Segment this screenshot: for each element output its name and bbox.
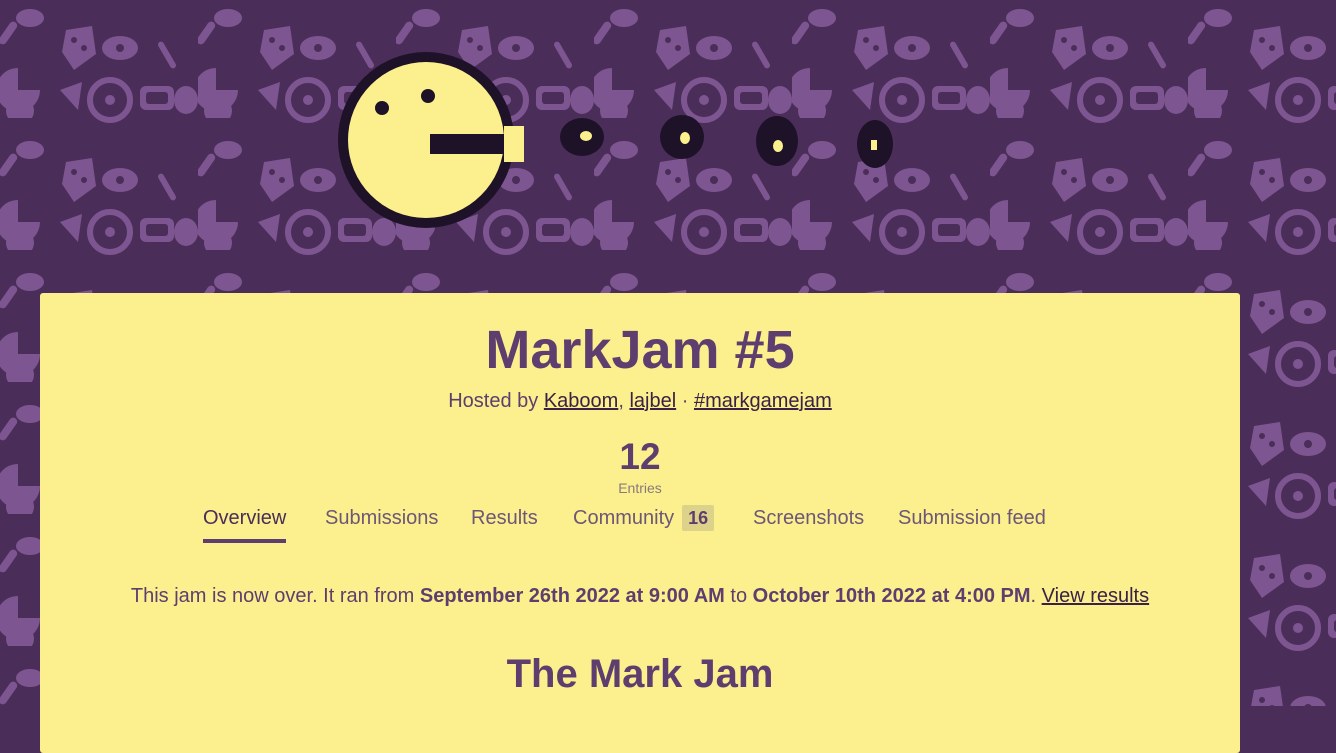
- tab-submission-feed[interactable]: Submission feed: [898, 503, 1046, 539]
- jam-header-card: MarkJam #5 Hosted by Kaboom, lajbel · #m…: [40, 293, 1240, 753]
- tab-submissions-label: Submissions: [325, 507, 439, 529]
- tab-results-label: Results: [471, 507, 538, 529]
- pellet-icons: [560, 115, 893, 168]
- tab-overview-label: Overview: [203, 507, 287, 529]
- jam-nav-tabs: Overview Submissions Results Community 16…: [40, 503, 1240, 543]
- entries-count: 12: [619, 436, 661, 477]
- pacman-mascot-art: [338, 52, 893, 228]
- tab-submissions[interactable]: Submissions: [325, 503, 438, 539]
- tab-screenshots-label: Screenshots: [753, 507, 865, 529]
- hosted-by-label: Hosted by: [448, 390, 539, 412]
- host-separator: ,: [618, 390, 624, 412]
- host-link-lajbel[interactable]: lajbel: [629, 390, 676, 412]
- section-title: The Mark Jam: [506, 652, 774, 696]
- host-link-kaboom[interactable]: Kaboom: [544, 390, 619, 412]
- status-middle: to: [730, 585, 748, 607]
- jam-title: MarkJam #5: [485, 320, 795, 380]
- status-end-date: October 10th 2022 at 4:00 PM: [752, 585, 1031, 607]
- status-start-date: September 26th 2022 at 9:00 AM: [419, 585, 725, 607]
- view-results-link[interactable]: View results: [1042, 585, 1149, 607]
- tab-overview[interactable]: Overview: [203, 503, 287, 543]
- tab-screenshots[interactable]: Screenshots: [753, 503, 864, 539]
- tab-submission-feed-label: Submission feed: [898, 507, 1046, 529]
- hosted-by-line: Hosted by Kaboom, lajbel · #markgamejam: [40, 387, 1240, 415]
- entries-label: Entries: [618, 480, 662, 496]
- mascot-face-icon: [338, 52, 524, 228]
- tab-community-label: Community: [573, 507, 675, 529]
- hashtag-link[interactable]: #markgamejam: [694, 390, 832, 412]
- status-prefix: This jam is now over. It ran from: [130, 585, 415, 607]
- dot-separator: ·: [681, 390, 689, 412]
- status-period: .: [1030, 585, 1037, 607]
- jam-status-message: This jam is now over. It ran from Septem…: [40, 581, 1240, 611]
- tab-results[interactable]: Results: [471, 503, 538, 539]
- community-count-badge: 16: [682, 505, 715, 531]
- tab-community[interactable]: Community 16: [573, 503, 715, 539]
